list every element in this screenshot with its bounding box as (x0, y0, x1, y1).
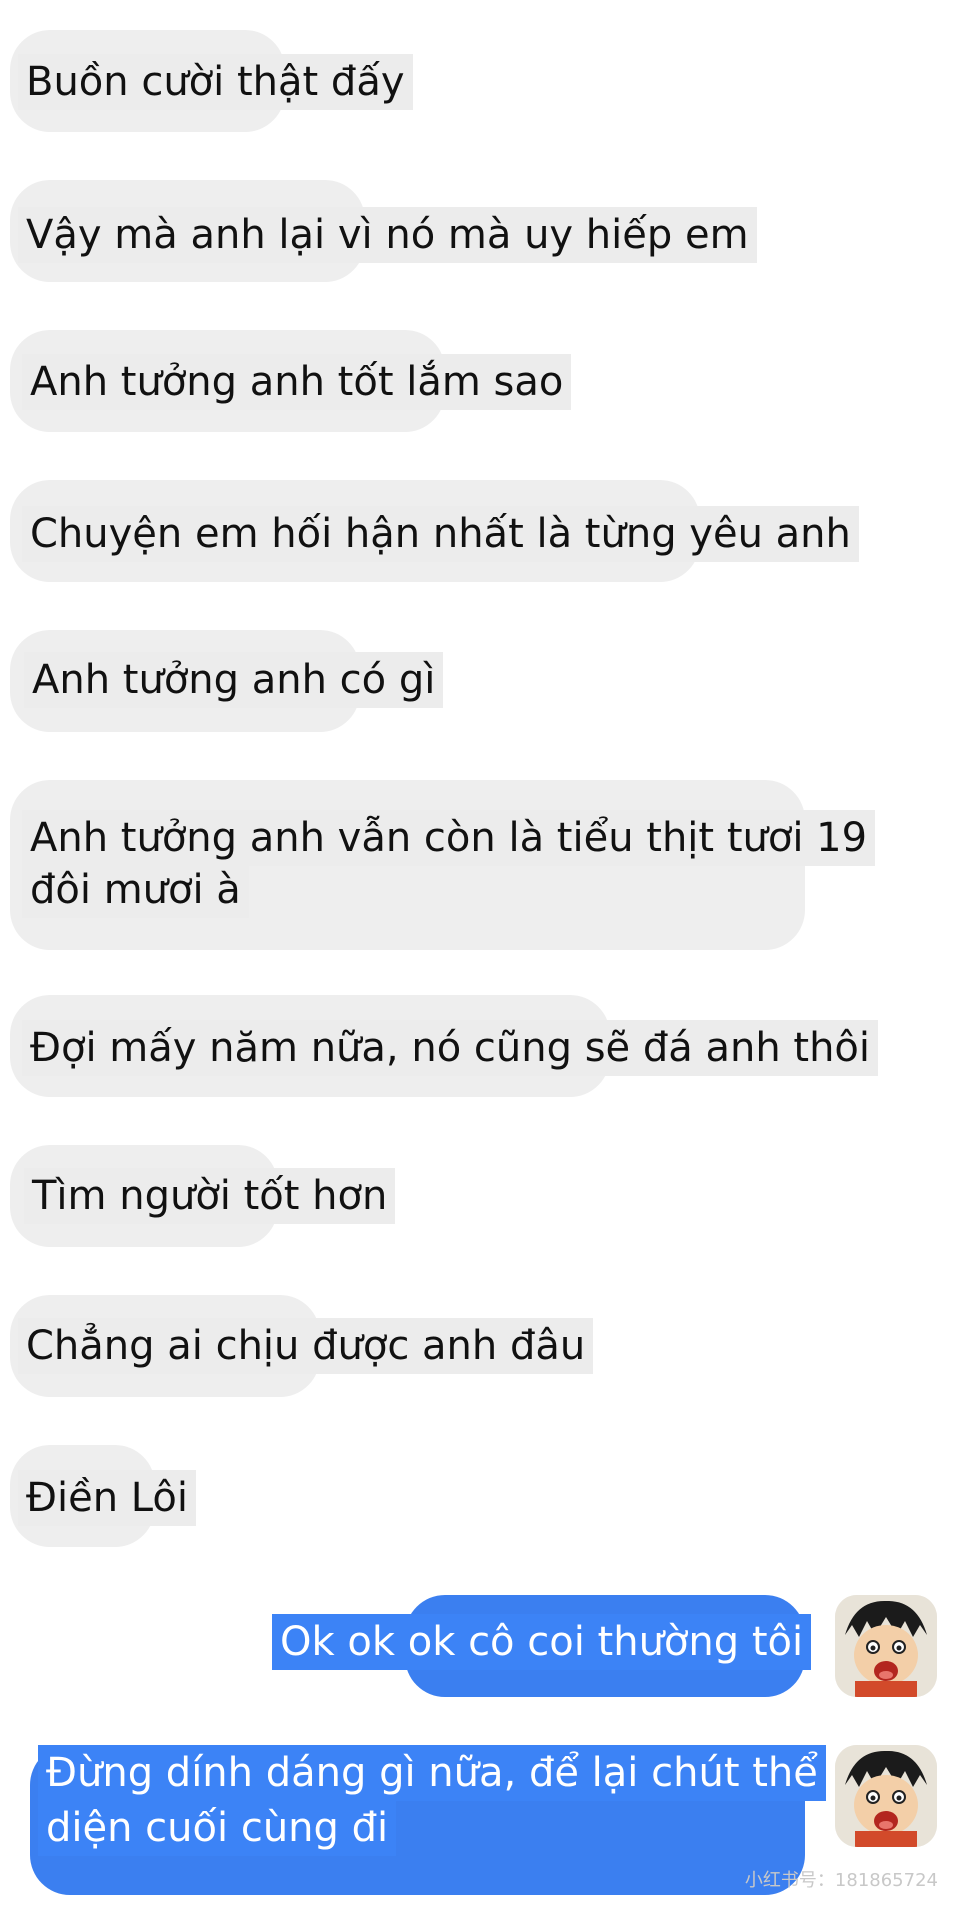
user-avatar[interactable] (835, 1595, 937, 1697)
watermark: 小红书号：181865724 (744, 1870, 938, 1891)
message-text: Đợi mấy năm nữa, nó cũng sẽ đá anh thôi (22, 1020, 879, 1076)
message-text: Tìm người tốt hơn (24, 1168, 396, 1224)
user-avatar[interactable] (835, 1745, 937, 1847)
message-text: Anh tưởng anh vẫn còn là tiểu thịt tươi … (22, 810, 876, 866)
message-text: Điền Lôi (18, 1470, 196, 1526)
message-text: Vậy mà anh lại vì nó mà uy hiếp em (18, 207, 757, 263)
message-text: diện cuối cùng đi (38, 1800, 397, 1856)
avatar-image (835, 1745, 937, 1847)
message-text: Ok ok ok cô coi thường tôi (272, 1614, 812, 1670)
message-text: Đừng dính dáng gì nữa, để lại chút thể (38, 1745, 826, 1801)
message-text: Anh tưởng anh tốt lắm sao (22, 354, 572, 410)
message-text: Anh tưởng anh có gì (24, 652, 444, 708)
message-text: Buồn cười thật đấy (18, 54, 413, 110)
avatar-image (835, 1595, 937, 1697)
message-text: Chẳng ai chịu được anh đâu (18, 1318, 594, 1374)
message-text: đôi mươi à (22, 862, 249, 918)
message-text: Chuyện em hối hận nhất là từng yêu anh (22, 506, 859, 562)
